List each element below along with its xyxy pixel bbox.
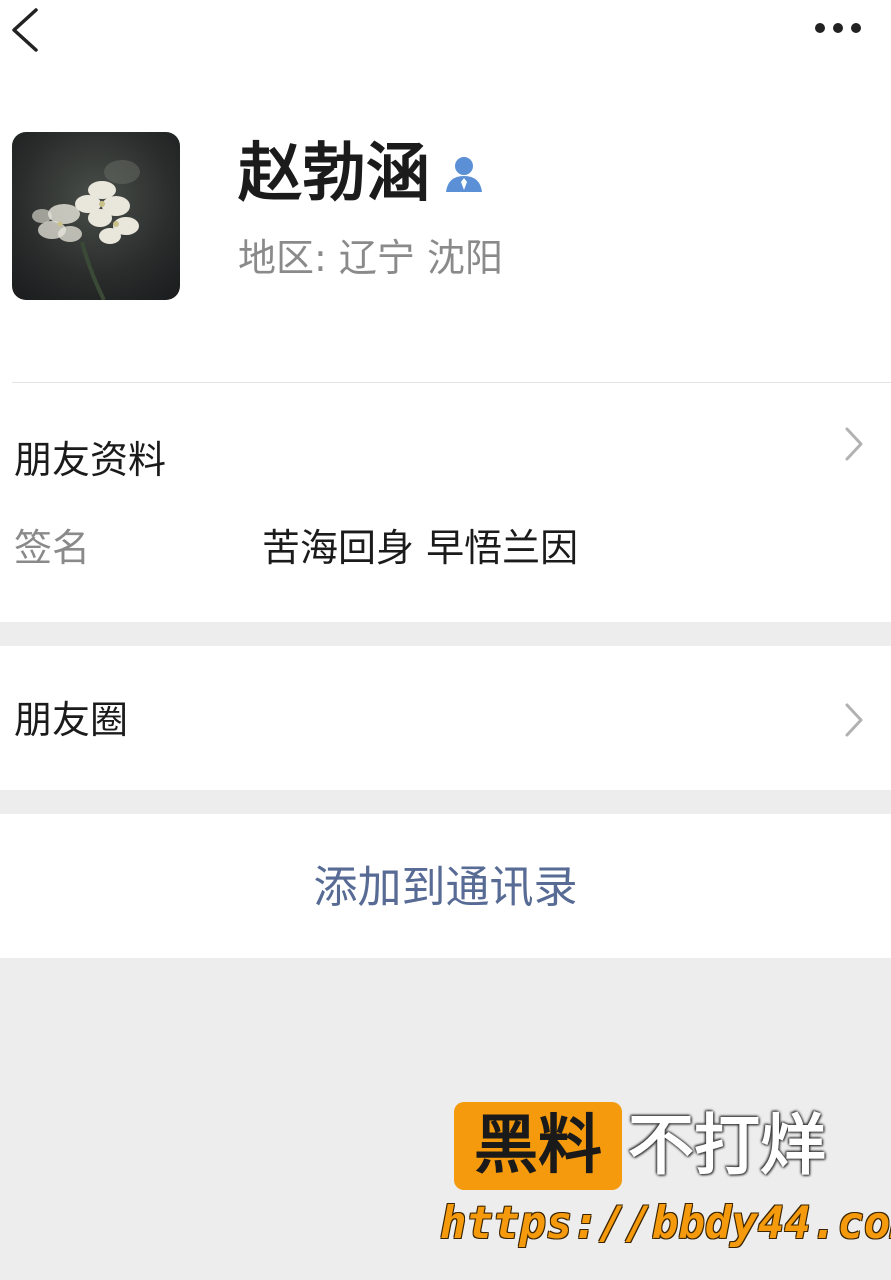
profile-region: 地区: 辽宁 沈阳 (238, 236, 503, 280)
avatar[interactable] (12, 132, 180, 300)
watermark-left-text: 黑料 (474, 1109, 602, 1183)
moments-row[interactable] (0, 646, 891, 790)
watermark-url: https://bbdy44.com (440, 1198, 891, 1249)
signature-value: 苦海回身 早悟兰因 (262, 526, 579, 570)
more-options-button[interactable] (808, 14, 868, 42)
contact-person-icon (442, 152, 486, 196)
more-horizontal-icon (815, 23, 861, 33)
add-to-contacts-button[interactable]: 添加到通讯录 (0, 856, 891, 920)
chevron-right-icon (845, 703, 863, 737)
profile-name: 赵勃涵 (238, 137, 430, 211)
flower-avatar-image (12, 132, 180, 300)
signature-label: 签名 (14, 526, 91, 570)
chevron-left-icon (12, 8, 38, 52)
watermark-right-text: 不打烊 (628, 1107, 826, 1184)
chevron-right-icon (845, 427, 863, 461)
back-button[interactable] (6, 6, 46, 54)
moments-label: 朋友圈 (14, 698, 129, 742)
friend-info-label: 朋友资料 (14, 438, 167, 482)
